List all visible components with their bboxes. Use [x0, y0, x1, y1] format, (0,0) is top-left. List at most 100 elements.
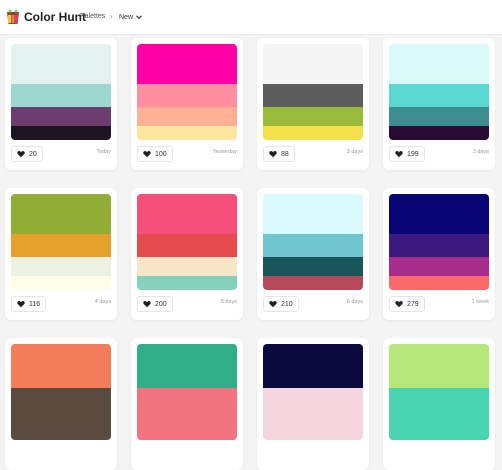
palette-card[interactable]: 200 5 days — [131, 188, 243, 320]
color-swatch[interactable] — [389, 44, 489, 84]
like-button[interactable]: 199 — [389, 146, 425, 162]
color-swatch[interactable] — [137, 83, 237, 108]
color-swatch[interactable] — [11, 344, 111, 388]
color-swatch[interactable] — [389, 388, 489, 440]
palette-swatches[interactable] — [389, 194, 489, 290]
color-swatch[interactable] — [389, 257, 489, 276]
card-date: 4 days — [94, 299, 111, 305]
card-date: 5 days — [220, 299, 237, 305]
color-swatch[interactable] — [11, 257, 111, 276]
palette-swatches[interactable] — [389, 344, 489, 440]
palette-swatches[interactable] — [263, 44, 363, 140]
palette-swatches[interactable] — [263, 344, 363, 440]
breadcrumb-palettes[interactable]: Palettes — [80, 13, 105, 20]
like-button[interactable]: 88 — [263, 146, 295, 162]
color-swatch[interactable] — [389, 344, 489, 388]
heart-icon — [143, 301, 151, 308]
palette-card[interactable] — [383, 338, 495, 470]
like-count: 279 — [407, 300, 419, 308]
color-swatch[interactable] — [263, 125, 363, 140]
like-button[interactable]: 100 — [137, 146, 173, 162]
palette-swatches[interactable] — [137, 44, 237, 140]
color-swatch[interactable] — [137, 194, 237, 234]
color-swatch[interactable] — [263, 344, 363, 388]
heart-icon — [17, 301, 25, 308]
palette-swatches[interactable] — [11, 194, 111, 290]
palette-swatches[interactable] — [137, 194, 237, 290]
color-swatch[interactable] — [263, 275, 363, 290]
card-meta: 200 5 days — [137, 296, 237, 312]
color-swatch[interactable] — [137, 344, 237, 388]
color-swatch[interactable] — [263, 107, 363, 126]
color-swatch[interactable] — [263, 44, 363, 84]
color-swatch[interactable] — [11, 125, 111, 140]
palette-card[interactable] — [5, 338, 117, 470]
color-swatch[interactable] — [389, 125, 489, 140]
color-swatch[interactable] — [11, 233, 111, 258]
palette-card[interactable]: 20 Today — [5, 38, 117, 170]
card-date: 3 days — [346, 149, 363, 155]
color-swatch[interactable] — [11, 83, 111, 108]
palette-logo-icon[interactable] — [6, 9, 20, 25]
card-meta: 100 Yesterday — [137, 146, 237, 162]
like-count: 210 — [281, 300, 293, 308]
card-date: 6 days — [346, 299, 363, 305]
color-swatch[interactable] — [263, 83, 363, 108]
palette-card[interactable]: 210 6 days — [257, 188, 369, 320]
palette-card[interactable]: 88 3 days — [257, 38, 369, 170]
card-meta: 199 3 days — [389, 146, 489, 162]
card-meta: 279 1 week — [389, 296, 489, 312]
palette-swatches[interactable] — [11, 44, 111, 140]
like-count: 88 — [281, 150, 289, 158]
top-bar: Color Hunt Palettes › New — [0, 0, 502, 35]
color-swatch[interactable] — [11, 388, 111, 440]
color-swatch[interactable] — [11, 44, 111, 84]
color-swatch[interactable] — [137, 257, 237, 276]
card-meta: 116 4 days — [11, 296, 111, 312]
palette-card[interactable]: 100 Yesterday — [131, 38, 243, 170]
like-button[interactable]: 200 — [137, 296, 173, 312]
like-button[interactable]: 279 — [389, 296, 425, 312]
like-button[interactable]: 210 — [263, 296, 299, 312]
breadcrumb-separator: › — [110, 12, 113, 21]
color-swatch[interactable] — [137, 275, 237, 290]
color-swatch[interactable] — [137, 125, 237, 140]
color-swatch[interactable] — [263, 194, 363, 234]
color-swatch[interactable] — [263, 257, 363, 276]
card-meta: 88 3 days — [263, 146, 363, 162]
palette-card[interactable] — [257, 338, 369, 470]
like-button[interactable]: 20 — [11, 146, 43, 162]
color-swatch[interactable] — [389, 107, 489, 126]
like-button[interactable]: 116 — [11, 296, 47, 312]
color-swatch[interactable] — [263, 388, 363, 440]
like-count: 100 — [155, 150, 167, 158]
sort-dropdown[interactable]: New — [119, 13, 143, 21]
color-swatch[interactable] — [11, 107, 111, 126]
palette-swatches[interactable] — [263, 194, 363, 290]
like-count: 20 — [29, 150, 37, 158]
palette-swatches[interactable] — [137, 344, 237, 440]
palette-swatches[interactable] — [389, 44, 489, 140]
palette-card[interactable] — [131, 338, 243, 470]
card-date: Today — [96, 149, 111, 155]
color-swatch[interactable] — [137, 107, 237, 126]
color-swatch[interactable] — [137, 233, 237, 258]
color-swatch[interactable] — [263, 233, 363, 258]
color-swatch[interactable] — [137, 388, 237, 440]
palette-card[interactable]: 116 4 days — [5, 188, 117, 320]
color-swatch[interactable] — [11, 194, 111, 234]
color-swatch[interactable] — [389, 194, 489, 234]
color-swatch[interactable] — [389, 275, 489, 290]
brand-title[interactable]: Color Hunt — [24, 10, 86, 24]
palette-swatches[interactable] — [11, 344, 111, 440]
card-date: Yesterday — [212, 149, 237, 155]
card-date: 3 days — [472, 149, 489, 155]
palette-card[interactable]: 199 3 days — [383, 38, 495, 170]
color-swatch[interactable] — [389, 233, 489, 258]
color-swatch[interactable] — [389, 83, 489, 108]
color-swatch[interactable] — [11, 275, 111, 290]
palette-card[interactable]: 279 1 week — [383, 188, 495, 320]
heart-icon — [395, 301, 403, 308]
card-meta: 20 Today — [11, 146, 111, 162]
color-swatch[interactable] — [137, 44, 237, 84]
